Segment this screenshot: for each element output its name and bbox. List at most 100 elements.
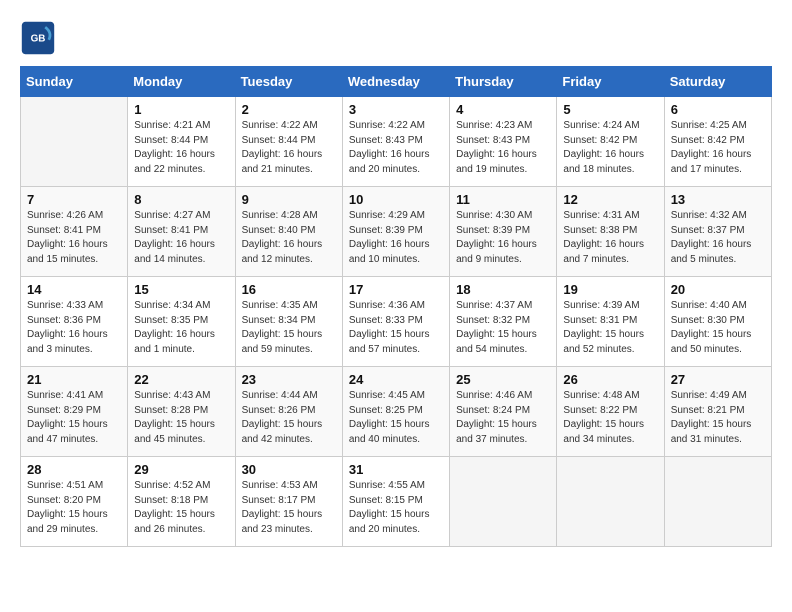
day-info: Sunrise: 4:36 AM Sunset: 8:33 PM Dayligh… xyxy=(349,299,444,357)
day-info: Sunrise: 4:27 AM Sunset: 8:41 PM Dayligh… xyxy=(134,209,229,267)
calendar-cell: 11 Sunrise: 4:30 AM Sunset: 8:39 PM Dayli… xyxy=(450,187,557,277)
day-info: Sunrise: 4:37 AM Sunset: 8:32 PM Dayligh… xyxy=(456,299,551,357)
calendar-cell: 2 Sunrise: 4:22 AM Sunset: 8:44 PM Daylig… xyxy=(235,97,342,187)
calendar-week-row: 7 Sunrise: 4:26 AM Sunset: 8:41 PM Daylig… xyxy=(21,187,772,277)
day-info: Sunrise: 4:46 AM Sunset: 8:24 PM Dayligh… xyxy=(456,389,551,447)
day-info: Sunrise: 4:28 AM Sunset: 8:40 PM Dayligh… xyxy=(242,209,337,267)
calendar-cell: 19 Sunrise: 4:39 AM Sunset: 8:31 PM Dayli… xyxy=(557,277,664,367)
calendar-week-row: 28 Sunrise: 4:51 AM Sunset: 8:20 PM Dayli… xyxy=(21,457,772,547)
day-info: Sunrise: 4:40 AM Sunset: 8:30 PM Dayligh… xyxy=(671,299,766,357)
day-number: 15 xyxy=(134,282,229,297)
day-number: 12 xyxy=(563,192,658,207)
day-info: Sunrise: 4:23 AM Sunset: 8:43 PM Dayligh… xyxy=(456,119,551,177)
calendar-cell xyxy=(21,97,128,187)
calendar-cell: 3 Sunrise: 4:22 AM Sunset: 8:43 PM Daylig… xyxy=(342,97,449,187)
calendar-cell: 7 Sunrise: 4:26 AM Sunset: 8:41 PM Daylig… xyxy=(21,187,128,277)
calendar-cell: 30Sunrise: 4:53 AM Sunset: 8:17 PM Dayli… xyxy=(235,457,342,547)
day-number: 6 xyxy=(671,102,766,117)
calendar-week-row: 1 Sunrise: 4:21 AM Sunset: 8:44 PM Daylig… xyxy=(21,97,772,187)
calendar-cell xyxy=(557,457,664,547)
day-info: Sunrise: 4:30 AM Sunset: 8:39 PM Dayligh… xyxy=(456,209,551,267)
day-number: 14 xyxy=(27,282,122,297)
day-info: Sunrise: 4:52 AM Sunset: 8:18 PM Dayligh… xyxy=(134,479,229,537)
calendar-cell: 31 Sunrise: 4:55 AM Sunset: 8:15 PM Dayli… xyxy=(342,457,449,547)
day-number: 20 xyxy=(671,282,766,297)
day-number: 16 xyxy=(242,282,337,297)
calendar-cell: 20 Sunrise: 4:40 AM Sunset: 8:30 PM Dayli… xyxy=(664,277,771,367)
day-info: Sunrise: 4:44 AM Sunset: 8:26 PM Dayligh… xyxy=(242,389,337,447)
day-number: 24 xyxy=(349,372,444,387)
calendar-cell: 15 Sunrise: 4:34 AM Sunset: 8:35 PM Dayli… xyxy=(128,277,235,367)
day-number: 11 xyxy=(456,192,551,207)
day-info: Sunrise: 4:48 AM Sunset: 8:22 PM Dayligh… xyxy=(563,389,658,447)
day-info: Sunrise: 4:31 AM Sunset: 8:38 PM Dayligh… xyxy=(563,209,658,267)
day-info: Sunrise: 4:25 AM Sunset: 8:42 PM Dayligh… xyxy=(671,119,766,177)
calendar-cell: 12 Sunrise: 4:31 AM Sunset: 8:38 PM Dayli… xyxy=(557,187,664,277)
day-info: Sunrise: 4:49 AM Sunset: 8:21 PM Dayligh… xyxy=(671,389,766,447)
calendar-cell: 24 Sunrise: 4:45 AM Sunset: 8:25 PM Dayli… xyxy=(342,367,449,457)
column-header-monday: Monday xyxy=(128,67,235,97)
logo: GB xyxy=(20,20,60,56)
day-info: Sunrise: 4:21 AM Sunset: 8:44 PM Dayligh… xyxy=(134,119,229,177)
day-number: 1 xyxy=(134,102,229,117)
day-info: Sunrise: 4:39 AM Sunset: 8:31 PM Dayligh… xyxy=(563,299,658,357)
day-number: 29 xyxy=(134,462,229,477)
day-number: 7 xyxy=(27,192,122,207)
calendar-cell xyxy=(664,457,771,547)
calendar-cell: 5Sunrise: 4:24 AM Sunset: 8:42 PM Daylig… xyxy=(557,97,664,187)
column-header-saturday: Saturday xyxy=(664,67,771,97)
day-number: 22 xyxy=(134,372,229,387)
day-info: Sunrise: 4:22 AM Sunset: 8:43 PM Dayligh… xyxy=(349,119,444,177)
calendar-cell: 27 Sunrise: 4:49 AM Sunset: 8:21 PM Dayli… xyxy=(664,367,771,457)
day-info: Sunrise: 4:29 AM Sunset: 8:39 PM Dayligh… xyxy=(349,209,444,267)
day-info: Sunrise: 4:22 AM Sunset: 8:44 PM Dayligh… xyxy=(242,119,337,177)
column-header-friday: Friday xyxy=(557,67,664,97)
day-info: Sunrise: 4:45 AM Sunset: 8:25 PM Dayligh… xyxy=(349,389,444,447)
day-number: 27 xyxy=(671,372,766,387)
day-info: Sunrise: 4:51 AM Sunset: 8:20 PM Dayligh… xyxy=(27,479,122,537)
day-number: 3 xyxy=(349,102,444,117)
svg-text:GB: GB xyxy=(31,34,46,45)
day-number: 8 xyxy=(134,192,229,207)
day-info: Sunrise: 4:41 AM Sunset: 8:29 PM Dayligh… xyxy=(27,389,122,447)
day-number: 10 xyxy=(349,192,444,207)
calendar-cell: 14Sunrise: 4:33 AM Sunset: 8:36 PM Dayli… xyxy=(21,277,128,367)
day-number: 31 xyxy=(349,462,444,477)
day-number: 2 xyxy=(242,102,337,117)
day-info: Sunrise: 4:26 AM Sunset: 8:41 PM Dayligh… xyxy=(27,209,122,267)
calendar-cell: 21 Sunrise: 4:41 AM Sunset: 8:29 PM Dayli… xyxy=(21,367,128,457)
day-number: 17 xyxy=(349,282,444,297)
calendar-cell: 25 Sunrise: 4:46 AM Sunset: 8:24 PM Dayli… xyxy=(450,367,557,457)
day-number: 26 xyxy=(563,372,658,387)
calendar-cell: 18 Sunrise: 4:37 AM Sunset: 8:32 PM Dayli… xyxy=(450,277,557,367)
day-info: Sunrise: 4:34 AM Sunset: 8:35 PM Dayligh… xyxy=(134,299,229,357)
calendar-cell: 28 Sunrise: 4:51 AM Sunset: 8:20 PM Dayli… xyxy=(21,457,128,547)
day-number: 21 xyxy=(27,372,122,387)
calendar-cell: 16 Sunrise: 4:35 AM Sunset: 8:34 PM Dayli… xyxy=(235,277,342,367)
calendar-cell: 6 Sunrise: 4:25 AM Sunset: 8:42 PM Daylig… xyxy=(664,97,771,187)
calendar-week-row: 14Sunrise: 4:33 AM Sunset: 8:36 PM Dayli… xyxy=(21,277,772,367)
day-number: 28 xyxy=(27,462,122,477)
calendar-cell: 13Sunrise: 4:32 AM Sunset: 8:37 PM Dayli… xyxy=(664,187,771,277)
calendar-cell: 29 Sunrise: 4:52 AM Sunset: 8:18 PM Dayli… xyxy=(128,457,235,547)
day-number: 19 xyxy=(563,282,658,297)
day-number: 9 xyxy=(242,192,337,207)
calendar-cell: 23 Sunrise: 4:44 AM Sunset: 8:26 PM Dayli… xyxy=(235,367,342,457)
day-number: 30 xyxy=(242,462,337,477)
calendar-cell: 4Sunrise: 4:23 AM Sunset: 8:43 PM Daylig… xyxy=(450,97,557,187)
calendar-cell xyxy=(450,457,557,547)
day-number: 23 xyxy=(242,372,337,387)
calendar-cell: 22 Sunrise: 4:43 AM Sunset: 8:28 PM Dayli… xyxy=(128,367,235,457)
day-info: Sunrise: 4:55 AM Sunset: 8:15 PM Dayligh… xyxy=(349,479,444,537)
day-info: Sunrise: 4:35 AM Sunset: 8:34 PM Dayligh… xyxy=(242,299,337,357)
column-header-tuesday: Tuesday xyxy=(235,67,342,97)
calendar-cell: 10 Sunrise: 4:29 AM Sunset: 8:39 PM Dayli… xyxy=(342,187,449,277)
calendar-cell: 9 Sunrise: 4:28 AM Sunset: 8:40 PM Daylig… xyxy=(235,187,342,277)
column-header-thursday: Thursday xyxy=(450,67,557,97)
day-info: Sunrise: 4:32 AM Sunset: 8:37 PM Dayligh… xyxy=(671,209,766,267)
day-info: Sunrise: 4:43 AM Sunset: 8:28 PM Dayligh… xyxy=(134,389,229,447)
calendar-cell: 1 Sunrise: 4:21 AM Sunset: 8:44 PM Daylig… xyxy=(128,97,235,187)
column-header-wednesday: Wednesday xyxy=(342,67,449,97)
day-number: 25 xyxy=(456,372,551,387)
day-number: 18 xyxy=(456,282,551,297)
